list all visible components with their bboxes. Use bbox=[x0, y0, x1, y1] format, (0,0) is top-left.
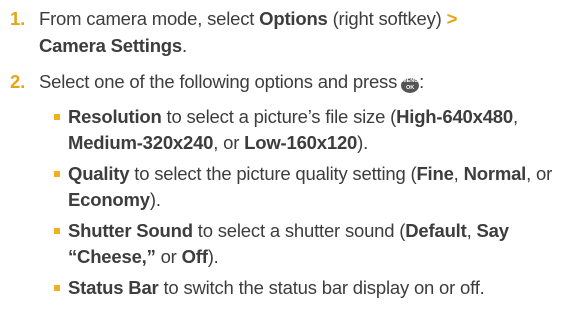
bullet-marker bbox=[54, 171, 60, 177]
resolution-high: High-640x480 bbox=[396, 106, 513, 127]
resolution-medium: Medium-320x240 bbox=[68, 131, 214, 153]
separator: , or bbox=[526, 163, 553, 184]
shutter-desc: to select a shutter sound ( bbox=[192, 220, 406, 241]
step-2-text: Select one of the following options and … bbox=[39, 68, 569, 95]
ok-key-label: OK bbox=[406, 85, 415, 91]
bullet-shutter-sound: Shutter Sound to select a shutter sound … bbox=[54, 218, 568, 269]
camera-settings-term: Camera Settings bbox=[39, 35, 182, 56]
status-bar-term: Status Bar bbox=[68, 277, 159, 298]
separator: or bbox=[155, 245, 182, 267]
step-2-number: 2. bbox=[10, 71, 26, 92]
separator: , or bbox=[213, 131, 245, 153]
step-1-number: 1. bbox=[10, 8, 26, 29]
resolution-desc: to select a picture’s file size ( bbox=[161, 106, 397, 127]
step-1-text: From camera mode, select Options (right … bbox=[39, 5, 569, 59]
bullet-marker bbox=[54, 285, 60, 291]
quality-economy: Economy bbox=[68, 188, 150, 210]
options-term: Options bbox=[259, 8, 328, 29]
bullet-status-bar: Status Bar to switch the status bar disp… bbox=[54, 275, 568, 301]
step-1-end: . bbox=[182, 35, 187, 56]
separator: , bbox=[512, 106, 518, 127]
bullet-end: ). bbox=[149, 188, 161, 210]
resolution-term: Resolution bbox=[68, 106, 162, 127]
step-2-instruction: Select one of the following options and … bbox=[39, 71, 398, 92]
quality-term: Quality bbox=[68, 163, 130, 184]
separator: , bbox=[453, 163, 464, 184]
shutter-off: Off bbox=[181, 245, 208, 267]
quality-normal: Normal bbox=[463, 163, 527, 184]
menu-ok-key-icon: MENU OK bbox=[401, 78, 420, 93]
shutter-default: Default bbox=[405, 220, 467, 241]
bullet-quality: Quality to select the picture quality se… bbox=[54, 161, 568, 212]
quality-fine: Fine bbox=[416, 163, 454, 184]
menu-path-arrow: > bbox=[446, 8, 458, 29]
step-1-prefix: From camera mode, select bbox=[39, 8, 260, 29]
quality-desc: to select the picture quality setting ( bbox=[129, 163, 417, 184]
bullet-end: ). bbox=[357, 131, 369, 153]
separator: , bbox=[466, 220, 477, 241]
bullet-marker bbox=[54, 228, 60, 234]
status-bar-desc: to switch the status bar display on or o… bbox=[158, 277, 485, 298]
menu-key-label: MENU bbox=[402, 78, 419, 84]
shutter-sound-term: Shutter Sound bbox=[68, 220, 193, 241]
resolution-low: Low-160x120 bbox=[244, 131, 358, 153]
softkey-note: (right softkey) bbox=[327, 8, 447, 29]
bullet-end: ). bbox=[207, 245, 219, 267]
bullet-resolution: Resolution to select a picture’s file si… bbox=[54, 104, 568, 155]
bullet-marker bbox=[54, 114, 60, 120]
step-2-end: : bbox=[419, 71, 425, 92]
